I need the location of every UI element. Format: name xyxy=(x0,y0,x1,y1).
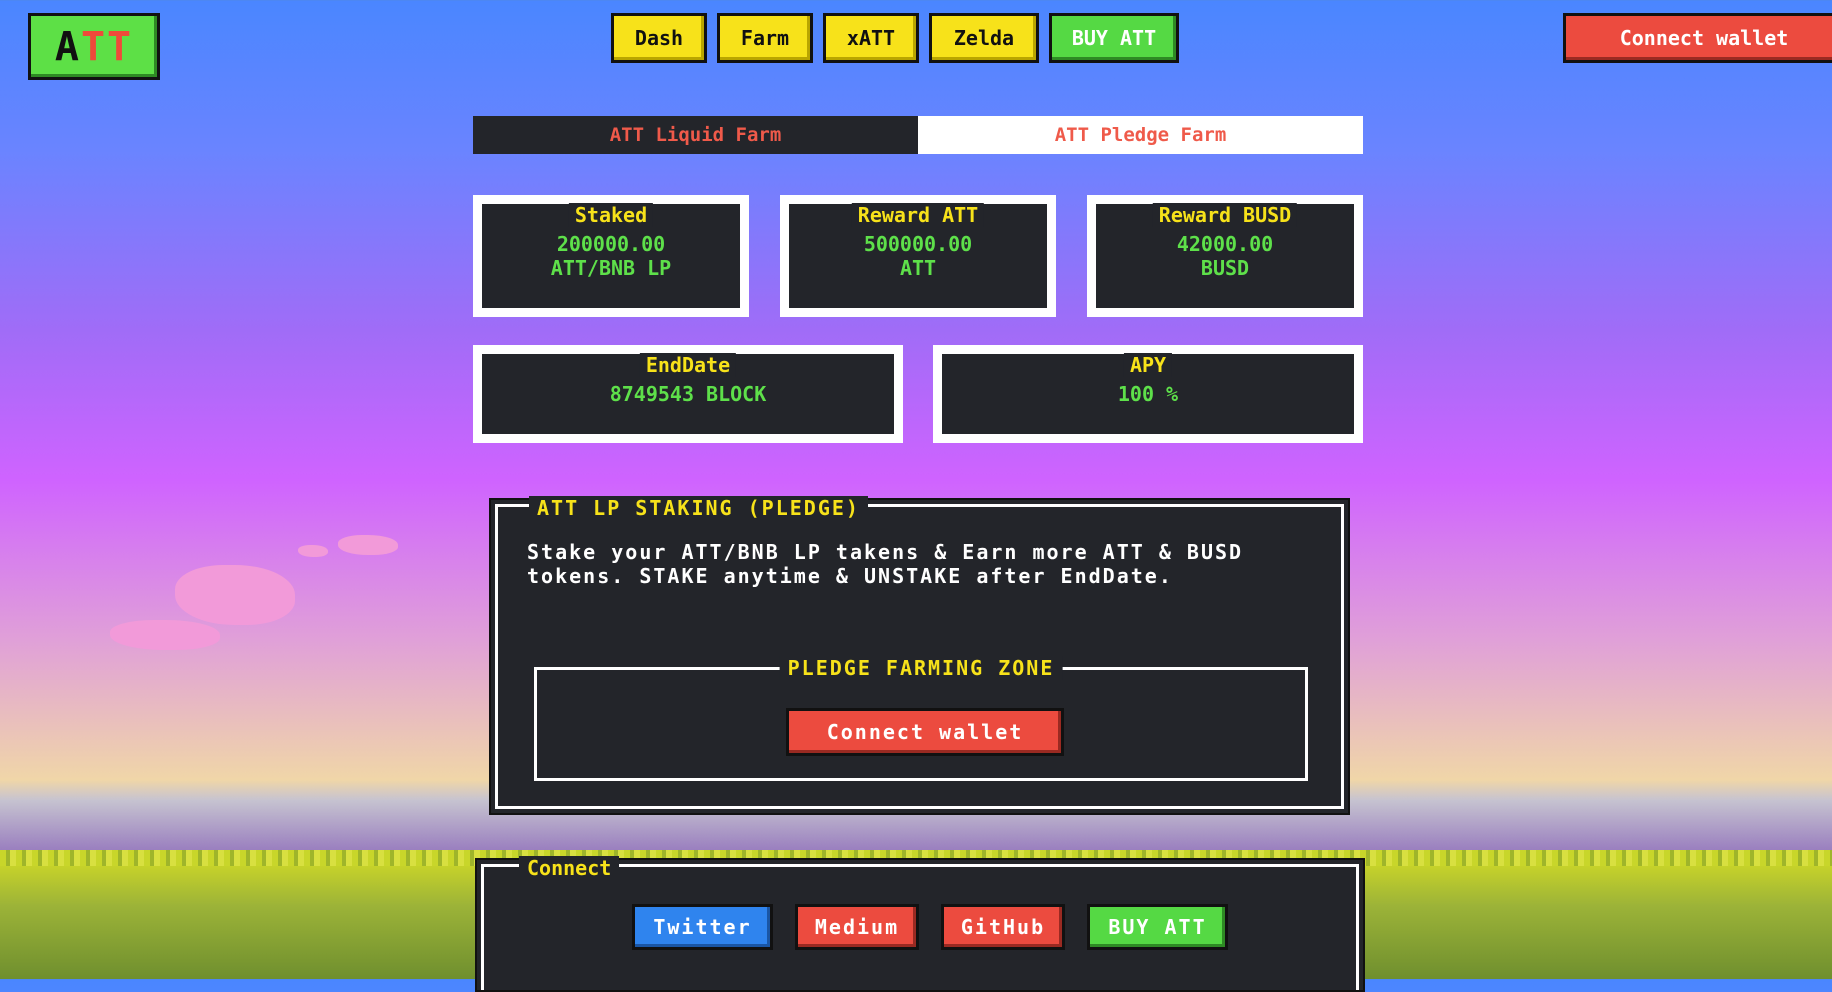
medium-link[interactable]: Medium xyxy=(795,904,919,950)
zone-connect-wallet-button[interactable]: Connect wallet xyxy=(786,708,1064,756)
cloud-decoration xyxy=(338,535,398,555)
staking-panel: ATT LP STAKING (PLEDGE) Stake your ATT/B… xyxy=(489,496,1350,815)
farm-tabs: ATT Liquid Farm ATT Pledge Farm xyxy=(473,116,1363,154)
reward-att-value: 500000.00 xyxy=(863,232,973,256)
cloud-decoration xyxy=(175,565,295,625)
att-logo[interactable]: A TT xyxy=(28,13,160,80)
zone-title: PLEDGE FARMING ZONE xyxy=(779,656,1063,680)
reward-busd-value: 42000.00 xyxy=(1176,232,1274,256)
twitter-link[interactable]: Twitter xyxy=(632,904,773,950)
buy-att-link[interactable]: BUY ATT xyxy=(1087,904,1228,950)
reward-att-label: Reward ATT xyxy=(851,203,985,227)
footer-title: Connect xyxy=(519,856,620,880)
staking-description: Stake your ATT/BNB LP takens & Earn more… xyxy=(527,540,1244,588)
logo-letters-tt: TT xyxy=(80,23,134,70)
buy-att-button[interactable]: BUY ATT xyxy=(1049,13,1179,63)
apy-value: 100 % xyxy=(1117,382,1179,406)
main-nav: Dash Farm xATT Zelda BUY ATT xyxy=(611,13,1179,63)
apy-label: APY xyxy=(1123,353,1173,377)
nav-dash-button[interactable]: Dash xyxy=(611,13,707,63)
end-date-value: 8749543 BLOCK xyxy=(609,382,767,406)
nav-farm-button[interactable]: Farm xyxy=(717,13,813,63)
reward-busd-label: Reward BUSD xyxy=(1152,203,1298,227)
connect-footer: Connect Twitter Medium GitHub BUY ATT xyxy=(475,856,1365,992)
social-links: Twitter Medium GitHub BUY ATT xyxy=(632,904,1228,950)
nav-xatt-button[interactable]: xATT xyxy=(823,13,919,63)
staked-card: Staked 200000.00 ATT/BNB LP xyxy=(473,195,749,317)
connect-wallet-button[interactable]: Connect wallet xyxy=(1563,13,1832,63)
staked-value: 200000.00 xyxy=(556,232,666,256)
apy-card: APY 100 % xyxy=(933,345,1363,443)
reward-att-unit: ATT xyxy=(899,256,937,280)
end-date-label: EndDate xyxy=(639,353,737,377)
end-date-card: EndDate 8749543 BLOCK xyxy=(473,345,903,443)
nav-zelda-button[interactable]: Zelda xyxy=(929,13,1039,63)
staked-label: Staked xyxy=(568,203,654,227)
tab-liquid-farm[interactable]: ATT Liquid Farm xyxy=(473,116,918,154)
staked-unit: ATT/BNB LP xyxy=(550,256,672,280)
github-link[interactable]: GitHub xyxy=(941,904,1065,950)
tab-pledge-farm[interactable]: ATT Pledge Farm xyxy=(918,116,1363,154)
reward-att-card: Reward ATT 500000.00 ATT xyxy=(780,195,1056,317)
reward-busd-unit: BUSD xyxy=(1200,256,1250,280)
reward-busd-card: Reward BUSD 42000.00 BUSD xyxy=(1087,195,1363,317)
cloud-decoration xyxy=(110,620,220,650)
logo-letter-a: A xyxy=(54,23,81,70)
staking-title: ATT LP STAKING (PLEDGE) xyxy=(529,496,868,520)
cloud-decoration xyxy=(298,545,328,557)
pledge-farming-zone: PLEDGE FARMING ZONE Connect wallet xyxy=(534,656,1308,781)
